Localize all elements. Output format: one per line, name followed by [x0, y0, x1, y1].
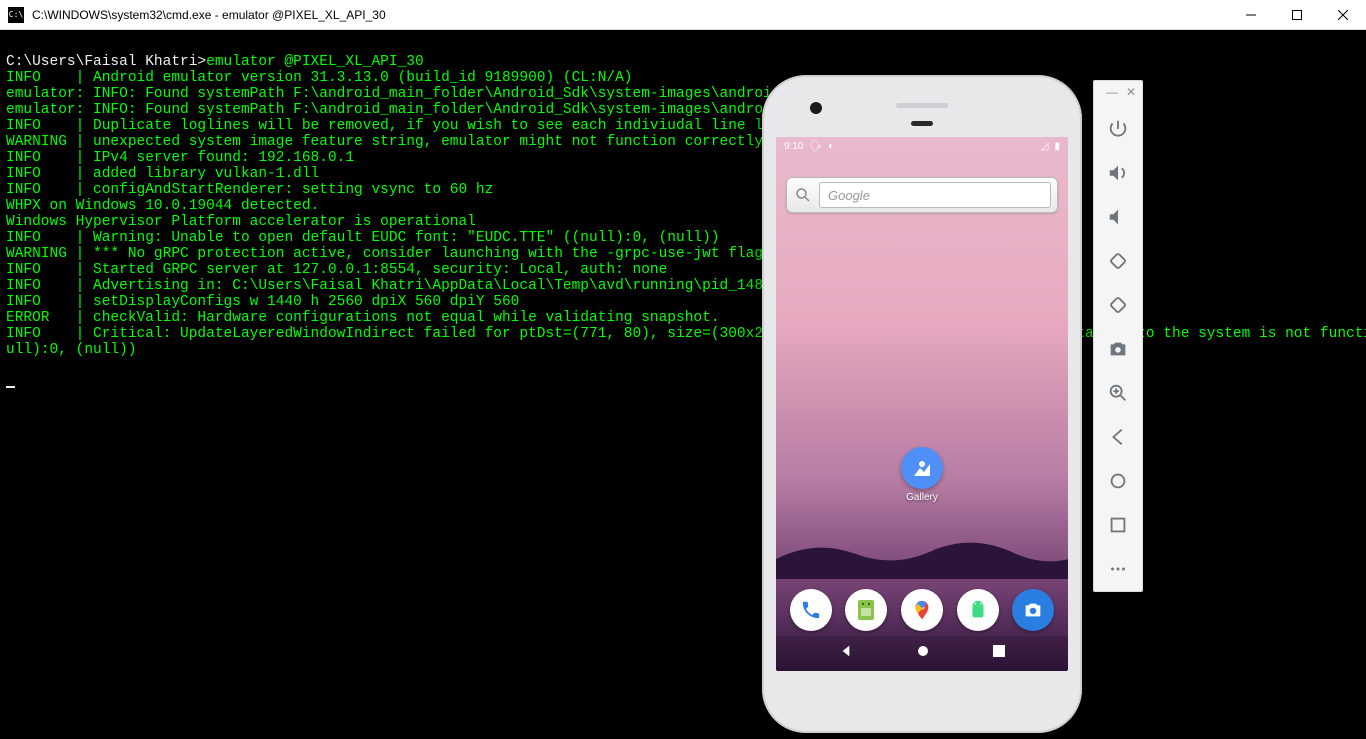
maximize-button[interactable]	[1274, 0, 1320, 30]
terminal-line: INFO | IPv4 server found: 192.168.0.1	[6, 150, 1360, 166]
back-button[interactable]	[1094, 415, 1142, 459]
terminal-line: ull):0, (null))	[6, 342, 1360, 358]
terminal-line: emulator: INFO: Found systemPath F:\andr…	[6, 102, 1360, 118]
status-app-icon: ◐	[828, 141, 834, 152]
camera-app[interactable]	[1012, 589, 1054, 631]
terminal-line: ERROR | checkValid: Hardware configurati…	[6, 310, 1360, 326]
close-button[interactable]	[1320, 0, 1366, 30]
toolbar-close-button[interactable]: ✕	[1126, 85, 1136, 107]
nav-home-button[interactable]	[916, 644, 930, 663]
terminal-line: INFO | setDisplayConfigs w 1440 h 2560 d…	[6, 294, 1360, 310]
proximity-sensor-icon	[911, 121, 933, 126]
terminal-line: INFO | configAndStartRenderer: setting v…	[6, 182, 1360, 198]
wallpaper-mountains	[776, 529, 1068, 579]
terminal-line: WARNING | *** No gRPC protection active,…	[6, 246, 1360, 262]
phone-screen[interactable]: 9:10 🗣 ◐ ◿ ▮ Google Gallery	[776, 137, 1068, 671]
terminal[interactable]: C:\Users\Faisal Khatri>emulator @PIXEL_X…	[0, 30, 1366, 739]
window-titlebar: C:\ C:\WINDOWS\system32\cmd.exe - emulat…	[0, 0, 1366, 30]
app-dock	[776, 584, 1068, 636]
minimize-button[interactable]	[1228, 0, 1274, 30]
front-camera-icon	[810, 102, 822, 114]
command: emulator @PIXEL_XL_API_30	[206, 54, 424, 70]
home-button[interactable]	[1094, 459, 1142, 503]
terminal-line: INFO | Warning: Unable to open default E…	[6, 230, 1360, 246]
terminal-line: emulator: INFO: Found systemPath F:\andr…	[6, 86, 1360, 102]
status-time: 9:10	[784, 141, 803, 152]
android-app[interactable]	[957, 589, 999, 631]
messages-app[interactable]	[845, 589, 887, 631]
google-search-widget[interactable]: Google	[786, 177, 1058, 213]
rotate-right-button[interactable]	[1094, 283, 1142, 327]
terminal-line: Windows Hypervisor Platform accelerator …	[6, 214, 1360, 230]
phone-app[interactable]	[790, 589, 832, 631]
gallery-label: Gallery	[901, 492, 943, 503]
maps-app[interactable]	[901, 589, 943, 631]
terminal-line: INFO | Critical: UpdateLayeredWindowIndi…	[6, 326, 1360, 342]
screenshot-button[interactable]	[1094, 327, 1142, 371]
cursor	[6, 374, 15, 388]
overview-button[interactable]	[1094, 503, 1142, 547]
nav-overview-button[interactable]	[992, 644, 1006, 663]
terminal-line: WARNING | unexpected system image featur…	[6, 134, 1360, 150]
nav-back-button[interactable]	[838, 643, 854, 664]
terminal-line: INFO | added library vulkan-1.dll	[6, 166, 1360, 182]
gallery-icon	[901, 447, 943, 489]
android-status-bar: 9:10 🗣 ◐ ◿ ▮	[776, 137, 1068, 155]
prompt: C:\Users\Faisal Khatri>	[6, 54, 206, 70]
toolbar-minimize-button[interactable]: —	[1106, 85, 1118, 107]
gallery-app[interactable]: Gallery	[901, 447, 943, 503]
more-button[interactable]	[1094, 547, 1142, 591]
terminal-line: INFO | Started GRPC server at 127.0.0.1:…	[6, 262, 1360, 278]
zoom-button[interactable]	[1094, 371, 1142, 415]
terminal-line: INFO | Duplicate loglines will be remove…	[6, 118, 1360, 134]
battery-icon: ▮	[1054, 141, 1060, 152]
speaker-icon	[896, 103, 948, 108]
volume-down-button[interactable]	[1094, 195, 1142, 239]
search-input[interactable]: Google	[819, 182, 1051, 208]
magnifier-icon	[793, 185, 813, 205]
emulator-toolbar: — ✕	[1093, 80, 1143, 592]
cmd-icon: C:\	[8, 7, 24, 23]
terminal-line: WHPX on Windows 10.0.19044 detected.	[6, 198, 1360, 214]
status-notification-icon: 🗣	[809, 141, 822, 152]
android-navbar	[776, 636, 1068, 671]
terminal-line: INFO | Advertising in: C:\Users\Faisal K…	[6, 278, 1360, 294]
signal-icon: ◿	[1041, 141, 1049, 152]
power-button[interactable]	[1094, 107, 1142, 151]
volume-up-button[interactable]	[1094, 151, 1142, 195]
terminal-line: INFO | Android emulator version 31.3.13.…	[6, 70, 1360, 86]
rotate-left-button[interactable]	[1094, 239, 1142, 283]
emulator-device: 9:10 🗣 ◐ ◿ ▮ Google Gallery	[762, 75, 1082, 733]
window-title: C:\WINDOWS\system32\cmd.exe - emulator @…	[32, 8, 386, 22]
